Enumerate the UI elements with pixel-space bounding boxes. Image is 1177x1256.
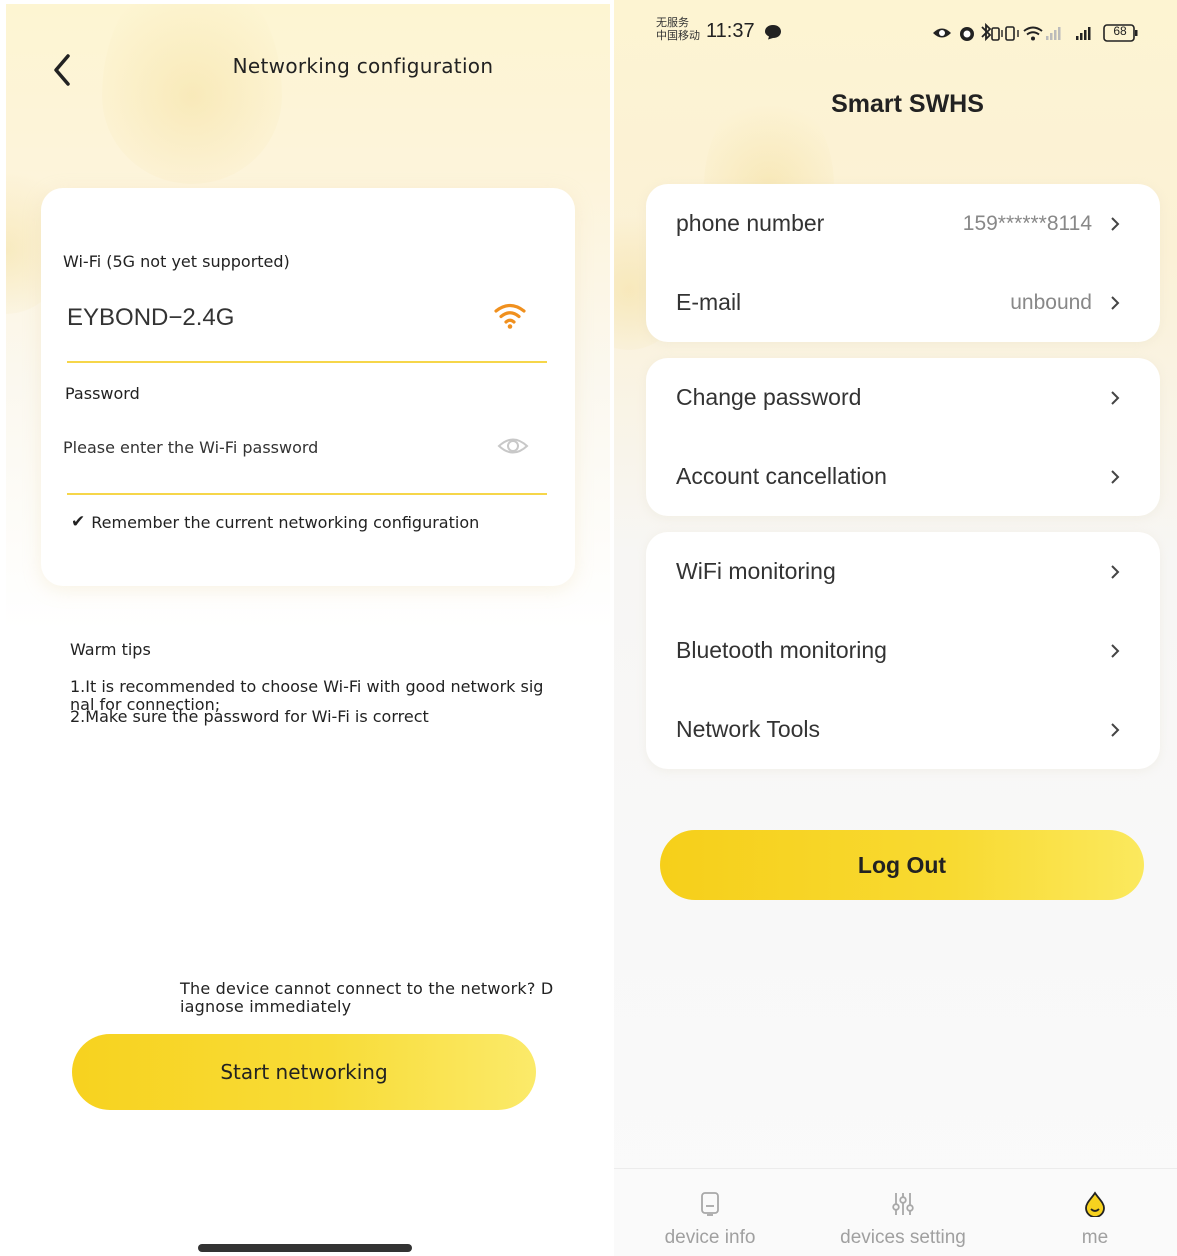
- signal-x-icon: [1046, 27, 1061, 40]
- remember-config-label: Remember the current networking configur…: [91, 512, 480, 532]
- wifi-monitoring-row[interactable]: WiFi monitoring: [646, 532, 1160, 611]
- eye-icon[interactable]: [497, 434, 529, 458]
- me-screen: 无服务 中国移动 11:37 68 Smart SWHS phone numbe…: [614, 0, 1177, 1256]
- row-value: 159******8114: [962, 211, 1092, 235]
- tab-label: me: [1081, 1227, 1109, 1248]
- eye-status-icon: [933, 28, 951, 38]
- page-title: Networking configuration: [232, 54, 494, 78]
- row-label: Bluetooth monitoring: [676, 637, 887, 663]
- monitoring-group: WiFi monitoring Bluetooth monitoring Net…: [646, 532, 1160, 769]
- tip-item: 2.Make sure the password for Wi-Fi is co…: [70, 707, 429, 726]
- chevron-right-icon: [1111, 564, 1120, 579]
- chevron-right-icon: [1111, 390, 1120, 405]
- status-time: 11:37: [706, 20, 755, 42]
- start-networking-button[interactable]: Start networking: [72, 1034, 536, 1110]
- tab-label: devices setting: [840, 1227, 966, 1248]
- wifi-underline: [67, 361, 547, 363]
- warm-tips-title: Warm tips: [70, 640, 151, 659]
- sliders-icon: [892, 1193, 914, 1215]
- password-input[interactable]: [63, 438, 483, 457]
- chevron-right-icon: [1111, 643, 1120, 658]
- chevron-right-icon: [1111, 722, 1120, 737]
- vibrate-icon: [1001, 26, 1019, 41]
- battery-level: 68: [1113, 24, 1127, 38]
- row-label: Account cancellation: [676, 463, 887, 489]
- row-label: phone number: [676, 210, 825, 236]
- tab-label: device info: [664, 1227, 756, 1248]
- row-label: Change password: [676, 384, 862, 410]
- account-info-group: phone number 159******8114 E-mail unboun…: [646, 184, 1160, 342]
- carrier-line: 无服务: [656, 16, 689, 29]
- carrier-line: 中国移动: [656, 29, 700, 42]
- wifi-status-icon: [1023, 26, 1043, 41]
- background-drop-decoration: [102, 4, 282, 184]
- account-cancellation-row[interactable]: Account cancellation: [646, 437, 1160, 516]
- alarm-icon: [960, 27, 974, 41]
- chevron-right-icon: [1111, 295, 1120, 310]
- row-value: unbound: [1010, 290, 1092, 314]
- tab-devices-setting[interactable]: devices setting: [828, 1169, 978, 1256]
- chevron-right-icon: [1111, 216, 1120, 231]
- wifi-ssid-field[interactable]: EYBOND−2.4G: [67, 304, 234, 332]
- chevron-right-icon: [1111, 469, 1120, 484]
- tab-device-info[interactable]: device info: [635, 1169, 785, 1256]
- checkmark-icon[interactable]: ✔: [71, 512, 85, 532]
- log-out-button[interactable]: Log Out: [660, 830, 1144, 900]
- network-tools-row[interactable]: Network Tools: [646, 690, 1160, 769]
- home-indicator[interactable]: [198, 1244, 412, 1252]
- wifi-signal-icon[interactable]: [493, 302, 527, 330]
- bluetooth-monitoring-row[interactable]: Bluetooth monitoring: [646, 611, 1160, 690]
- remember-config-checkbox[interactable]: ✔ Remember the current networking config…: [71, 512, 479, 532]
- email-row[interactable]: E-mail unbound: [646, 263, 1160, 342]
- networking-config-screen: Networking configuration Wi-Fi (5G not y…: [6, 4, 610, 1256]
- device-icon: [701, 1192, 719, 1216]
- battery-small-icon: [991, 27, 1000, 41]
- row-label: WiFi monitoring: [676, 558, 836, 584]
- row-label: Network Tools: [676, 716, 821, 742]
- security-group: Change password Account cancellation: [646, 358, 1160, 516]
- password-underline: [67, 493, 547, 495]
- row-label: E-mail: [676, 289, 742, 315]
- diagnose-link[interactable]: The device cannot connect to the network…: [180, 980, 554, 1016]
- bottom-tab-bar: device info devices setting me: [614, 1168, 1177, 1256]
- wifi-label: Wi-Fi (5G not yet supported): [63, 252, 290, 271]
- change-password-row[interactable]: Change password: [646, 358, 1160, 437]
- drop-face-icon: [1085, 1191, 1105, 1217]
- wifi-config-card: Wi-Fi (5G not yet supported) EYBOND−2.4G…: [41, 188, 575, 586]
- phone-number-row[interactable]: phone number 159******8114: [646, 184, 1160, 263]
- app-title: Smart SWHS: [831, 90, 984, 118]
- status-carrier: 无服务 中国移动: [656, 16, 700, 42]
- password-label: Password: [65, 384, 140, 403]
- message-bubble-icon: [765, 25, 781, 40]
- tab-me[interactable]: me: [1020, 1169, 1170, 1256]
- bluetooth-icon: [981, 22, 992, 42]
- signal-4g-icon: [1076, 27, 1091, 40]
